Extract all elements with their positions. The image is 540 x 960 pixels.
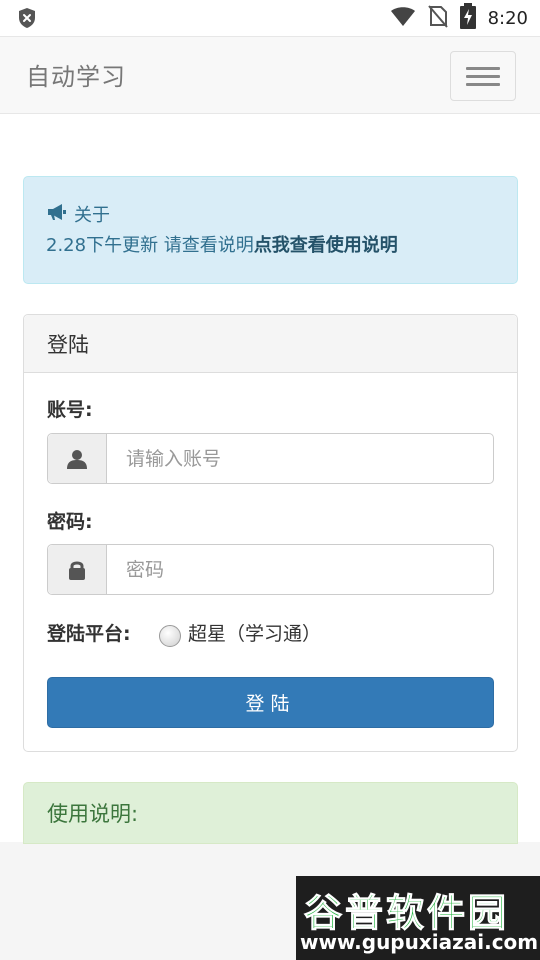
login-panel: 登陆 账号: 密码: 登陆平台: 超星（学习通） 登陆 bbox=[23, 314, 518, 752]
wifi-icon bbox=[390, 5, 416, 31]
panel-heading: 登陆 bbox=[24, 315, 517, 373]
platform-label: 登陆平台: bbox=[47, 623, 131, 645]
usage-guide-link[interactable]: 点我查看使用说明 bbox=[254, 235, 398, 256]
announcement-text: 2.28下午更新 请查看说明 bbox=[46, 235, 254, 256]
account-input[interactable] bbox=[108, 434, 493, 483]
status-time: 8:20 bbox=[487, 7, 528, 29]
password-input[interactable] bbox=[108, 545, 493, 594]
watermark-title: 谷普软件园 bbox=[303, 891, 510, 936]
announcement-body: 2.28下午更新 请查看说明点我查看使用说明 bbox=[46, 231, 398, 257]
usage-instructions-alert: 使用说明: bbox=[23, 782, 518, 844]
announcement-alert: 关于 2.28下午更新 请查看说明点我查看使用说明 bbox=[23, 176, 518, 284]
panel-title: 登陆 bbox=[47, 333, 89, 357]
announcement-header: 关于 bbox=[46, 201, 110, 227]
password-input-group bbox=[47, 544, 494, 595]
battery-charging-icon bbox=[459, 3, 476, 33]
login-button[interactable]: 登陆 bbox=[47, 677, 494, 728]
lock-icon bbox=[48, 545, 107, 594]
platform-row: 登陆平台: 超星（学习通） bbox=[47, 617, 494, 649]
shield-x-icon bbox=[16, 7, 38, 29]
navbar: 自动学习 bbox=[0, 36, 540, 114]
chaoxing-radio-label[interactable]: 超星（学习通） bbox=[188, 619, 321, 646]
account-label: 账号: bbox=[47, 399, 93, 421]
watermark-url: www.gupuxiazai.com bbox=[300, 930, 539, 954]
brand-title[interactable]: 自动学习 bbox=[26, 57, 126, 92]
user-icon bbox=[48, 434, 107, 483]
usage-title: 使用说明: bbox=[47, 802, 139, 826]
bullhorn-icon bbox=[46, 203, 68, 226]
chaoxing-radio[interactable] bbox=[159, 625, 181, 647]
watermark-logo: 谷普软件园 www.gupuxiazai.com bbox=[296, 876, 540, 960]
status-bar: 8:20 bbox=[0, 0, 540, 36]
account-input-group bbox=[47, 433, 494, 484]
password-label: 密码: bbox=[47, 511, 93, 533]
announcement-title: 关于 bbox=[74, 205, 110, 226]
no-sim-icon bbox=[427, 4, 448, 32]
hamburger-menu-button[interactable] bbox=[450, 51, 516, 101]
